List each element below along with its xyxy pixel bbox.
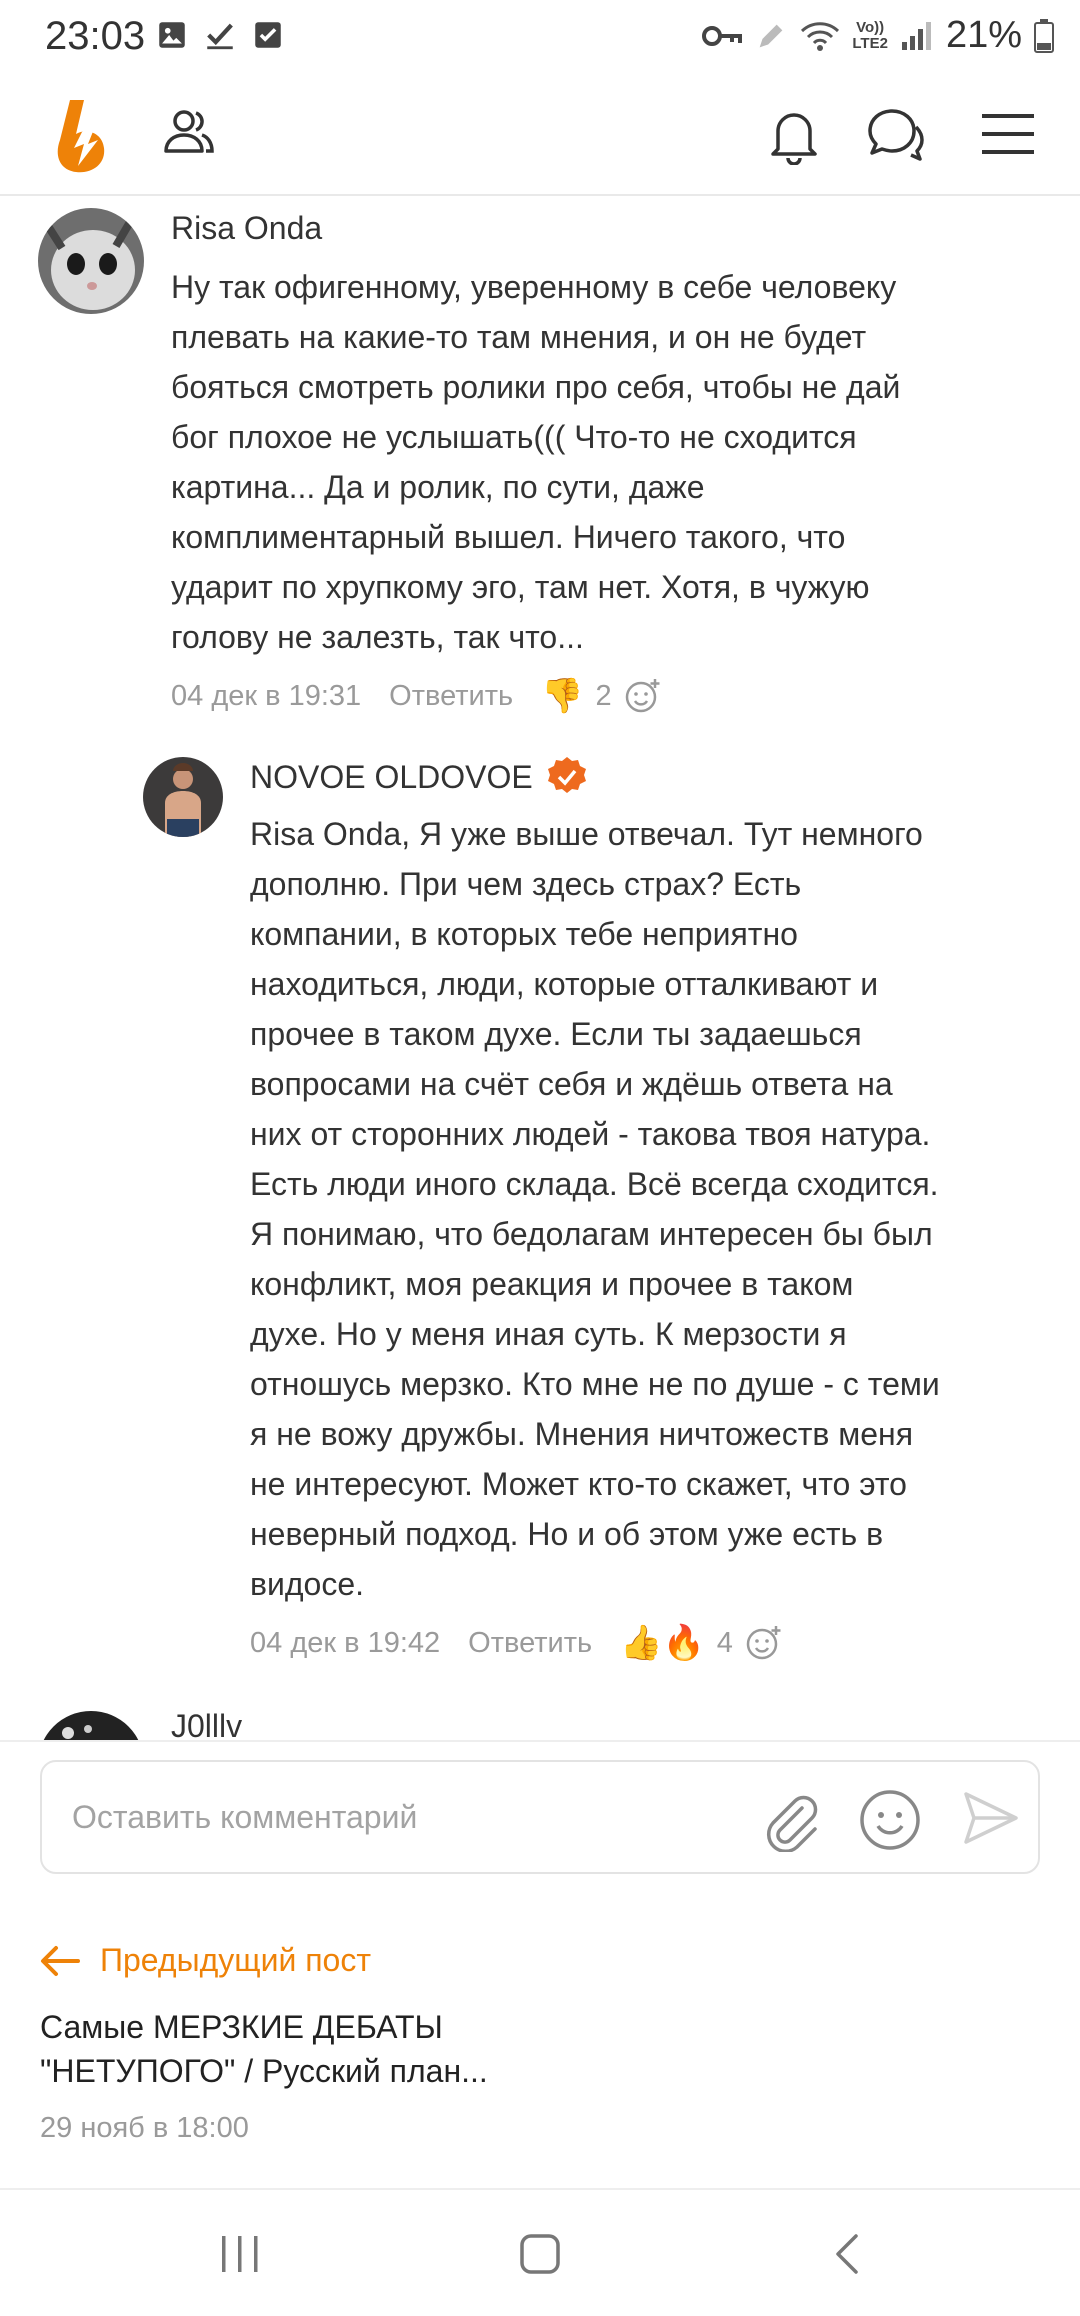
comment-item: Risa Onda Ну так офигенному, уверенному … — [0, 198, 1080, 738]
arrow-left-icon — [41, 1945, 80, 1976]
reply-button[interactable]: Ответить — [468, 1627, 592, 1660]
comment-author[interactable]: Risa Onda — [171, 210, 322, 247]
previous-post-date: 29 нояб в 18:00 — [40, 2112, 249, 2144]
pen-icon — [760, 24, 783, 47]
comments-list: Risa Onda Ну так офигенному, уверенному … — [0, 198, 1080, 1740]
checkbox-notification-icon — [255, 22, 281, 48]
comment-input[interactable] — [72, 1792, 752, 1842]
signal-icon — [901, 21, 931, 50]
messages-icon[interactable] — [864, 105, 926, 163]
lte-indicator: Vo)) LTE2 — [852, 18, 888, 52]
add-reaction-icon[interactable] — [624, 677, 662, 715]
system-navigation-bar — [0, 2192, 1080, 2316]
attach-icon[interactable] — [758, 1788, 822, 1852]
comment-date: 04 дек в 19:42 — [250, 1626, 441, 1659]
battery-icon — [1034, 18, 1054, 53]
status-bar: 23:03 Vo)) LTE2 21% — [0, 0, 1080, 80]
home-icon[interactable] — [518, 2232, 562, 2276]
menu-icon[interactable] — [980, 112, 1036, 156]
previous-post-label: Предыдущий пост — [100, 1942, 371, 1978]
app-header — [0, 80, 1080, 196]
back-icon[interactable] — [826, 2232, 870, 2276]
avatar[interactable] — [38, 1711, 144, 1740]
battery-percent: 21% — [945, 14, 1022, 56]
thumbs-down-reaction-icon[interactable]: 👎 — [541, 676, 583, 716]
status-time: 23:03 — [45, 14, 146, 58]
comment-author[interactable]: NOVOE OLDOVOE — [250, 759, 533, 796]
send-icon[interactable] — [960, 1788, 1020, 1848]
add-reaction-icon[interactable] — [745, 1624, 783, 1662]
checkmark-notification-icon — [207, 23, 233, 50]
comment-composer — [40, 1760, 1040, 1874]
friends-icon[interactable] — [162, 105, 216, 159]
verified-badge-icon — [547, 757, 586, 793]
vpn-key-icon — [702, 25, 743, 46]
comment-item: J0lllv — [0, 1708, 1080, 1740]
previous-post-link[interactable]: Предыдущий пост — [40, 1942, 371, 1979]
reply-comment-item: NOVOE OLDOVOE Risa Onda, Я уже выше отве… — [0, 753, 1080, 1740]
avatar[interactable] — [38, 208, 144, 314]
recent-apps-icon[interactable] — [218, 2232, 262, 2276]
reaction-count: 2 — [595, 679, 612, 712]
emoji-icon[interactable] — [858, 1788, 922, 1852]
gallery-notification-icon — [159, 22, 185, 48]
reply-button[interactable]: Ответить — [389, 680, 513, 713]
avatar[interactable] — [143, 757, 223, 837]
wifi-icon — [801, 21, 840, 51]
comment-text: Ну так офигенному, уверенному в себе чел… — [171, 269, 901, 655]
comment-text: Risa Onda, Я уже выше отвечал. Тут немно… — [250, 816, 940, 1602]
reaction-count: 4 — [716, 1626, 733, 1659]
previous-post-title[interactable]: Самые МЕРЗКИЕ ДЕБАТЫ "НЕТУПОГО" / Русски… — [40, 2005, 640, 2093]
like-fire-reaction-icon[interactable]: 👍🔥 — [620, 1623, 705, 1663]
divider — [0, 2188, 1080, 2190]
odnoklassniki-logo-icon[interactable] — [52, 96, 116, 176]
comment-date: 04 дек в 19:31 — [171, 679, 362, 712]
comment-author[interactable]: J0lllv — [171, 1708, 242, 1740]
divider — [0, 1740, 1080, 1742]
bell-icon[interactable] — [766, 105, 822, 165]
